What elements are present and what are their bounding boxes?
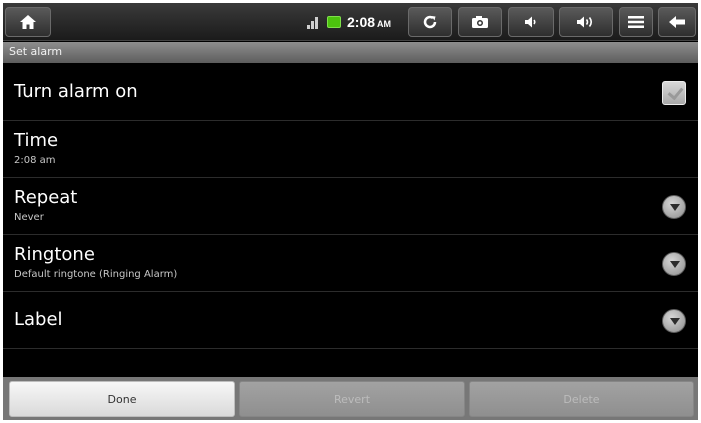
action-bar: Done Revert Delete [3, 377, 698, 420]
clock-time: 2:08 [347, 14, 376, 30]
page-title: Set alarm [9, 45, 63, 58]
title-bar: Set alarm [3, 42, 698, 63]
setting-label[interactable]: Label [3, 292, 698, 349]
setting-title: Ringtone [14, 244, 95, 265]
back-arrow-icon [669, 16, 685, 28]
refresh-button[interactable] [408, 7, 452, 37]
setting-time[interactable]: Time 2:08 am [3, 121, 698, 178]
chevron-down-icon[interactable] [662, 195, 686, 219]
setting-value: 2:08 am [14, 155, 56, 166]
home-button[interactable] [5, 7, 51, 37]
setting-title: Label [14, 309, 63, 330]
chevron-down-icon[interactable] [662, 309, 686, 333]
volume-up-icon [577, 16, 593, 28]
alarm-on-checkbox[interactable] [662, 81, 686, 105]
setting-ringtone[interactable]: Ringtone Default ringtone (Ringing Alarm… [3, 235, 698, 292]
setting-repeat[interactable]: Repeat Never [3, 178, 698, 235]
refresh-icon [423, 15, 437, 29]
settings-list: Turn alarm on Time 2:08 am Repeat Never … [3, 64, 698, 349]
clock-ampm: AM [377, 19, 392, 29]
volume-up-button[interactable] [559, 7, 613, 37]
setting-turn-alarm-on[interactable]: Turn alarm on [3, 64, 698, 121]
device-screen: 2:08 AM Set alarm Turn alarm on Time 2:0… [3, 3, 698, 420]
home-icon [20, 15, 36, 29]
volume-down-icon [525, 16, 536, 28]
setting-title: Repeat [14, 187, 78, 208]
menu-icon [628, 16, 644, 28]
setting-title: Time [14, 130, 59, 151]
setting-value: Default ringtone (Ringing Alarm) [14, 269, 178, 280]
status-bar: 2:08 AM [3, 3, 698, 41]
wifi-signal-icon [307, 15, 319, 29]
status-indicators: 2:08 AM [307, 7, 405, 37]
screenshot-button[interactable] [458, 7, 502, 37]
camera-icon [472, 16, 488, 28]
chevron-down-icon[interactable] [662, 252, 686, 276]
revert-button[interactable]: Revert [239, 381, 465, 417]
back-button[interactable] [658, 7, 696, 37]
status-clock: 2:08 AM [347, 14, 391, 30]
menu-button[interactable] [619, 7, 653, 37]
volume-down-button[interactable] [508, 7, 554, 37]
battery-icon [327, 16, 341, 28]
setting-title: Turn alarm on [14, 81, 138, 102]
setting-value: Never [14, 212, 44, 223]
done-button[interactable]: Done [9, 381, 235, 417]
delete-button[interactable]: Delete [469, 381, 694, 417]
